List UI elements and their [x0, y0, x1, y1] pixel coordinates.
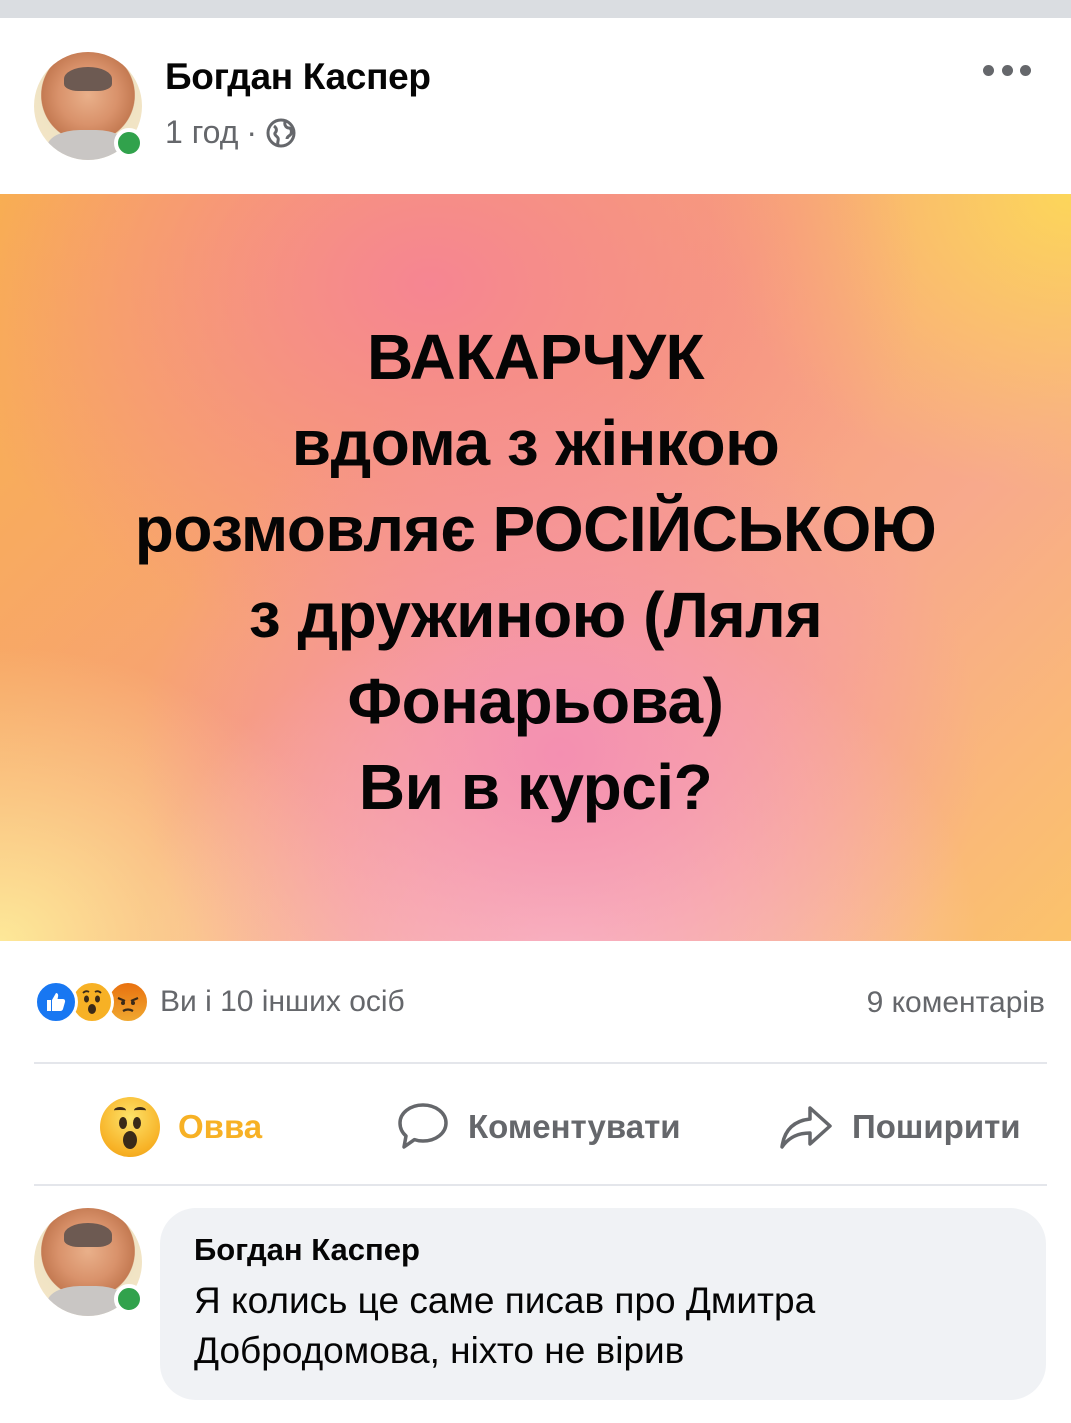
more-options-icon[interactable]	[983, 58, 1031, 82]
reactions-summary[interactable]: Ви і 10 інших осіб	[34, 980, 405, 1024]
comment-text: Я колись це саме писав про Дмитра Доброд…	[194, 1280, 816, 1371]
comment-icon	[398, 1103, 448, 1149]
react-button-label: Овва	[178, 1108, 263, 1145]
post-text-line: вдома з жінкою	[291, 406, 780, 479]
reactions-count[interactable]: Ви і 10 інших осіб	[160, 985, 405, 1019]
share-button-label: Поширити	[852, 1108, 1021, 1145]
comments-count[interactable]: 9 коментарів	[867, 986, 1045, 1020]
post-text-line: Фонарьова)	[347, 664, 724, 737]
meta-separator: ·	[246, 114, 258, 150]
online-status-dot	[114, 1284, 144, 1314]
post-time[interactable]: 1 год	[165, 114, 238, 151]
post-text-line: Ви в курсі?	[358, 750, 713, 823]
online-status-dot	[114, 128, 144, 158]
post-text-line: ВАКАРЧУК	[366, 320, 705, 393]
comment-bubble[interactable]: Богдан Каспер Я колись це саме писав про…	[160, 1208, 1046, 1400]
comment-author[interactable]: Богдан Каспер	[194, 1232, 1012, 1268]
post-text-line: з дружиною (Ляля	[248, 578, 823, 651]
post-text: ВАКАРЧУК вдома з жінкою розмовляє РОСІЙС…	[86, 314, 986, 830]
divider	[34, 1184, 1047, 1186]
react-button[interactable]: Овва	[100, 1095, 262, 1159]
post-author-name[interactable]: Богдан Каспер	[165, 56, 431, 98]
globe-icon[interactable]	[265, 117, 297, 149]
comment-button[interactable]: Коментувати	[396, 1095, 681, 1159]
wow-reaction-icon	[100, 1097, 160, 1157]
post-text-line: розмовляє РОСІЙСЬКОЮ	[134, 492, 937, 565]
share-button[interactable]: Поширити	[778, 1095, 1021, 1159]
post-background: ВАКАРЧУК вдома з жінкою розмовляє РОСІЙС…	[0, 194, 1071, 941]
post-meta: 1 год ·	[165, 114, 297, 151]
like-reaction-icon	[34, 980, 78, 1024]
share-icon	[780, 1106, 832, 1149]
top-separator-bar	[0, 0, 1071, 18]
comment-button-label: Коментувати	[468, 1108, 681, 1145]
divider	[34, 1062, 1047, 1064]
commenter-avatar[interactable]	[34, 1208, 144, 1316]
author-avatar[interactable]	[34, 52, 144, 160]
